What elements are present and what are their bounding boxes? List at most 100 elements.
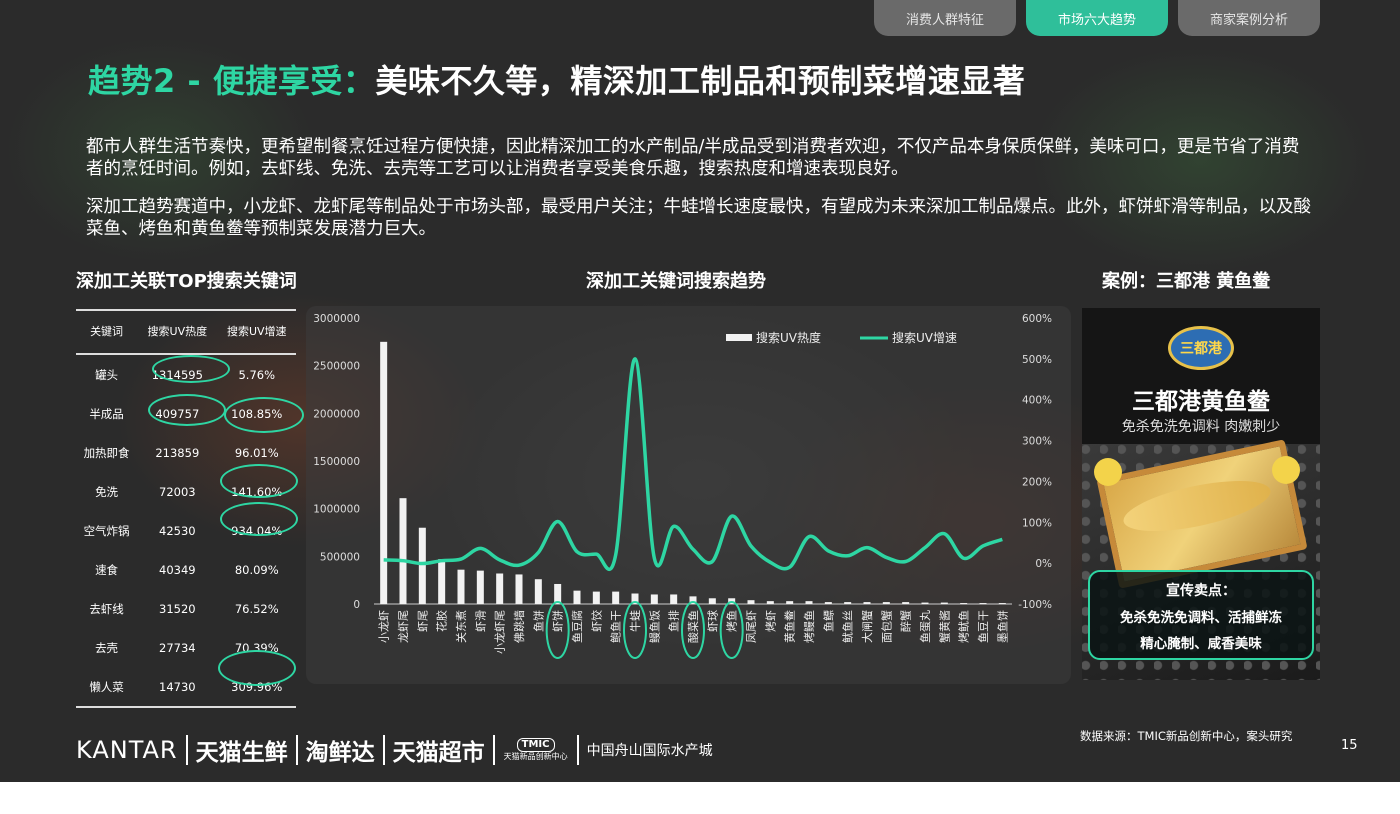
x-tick-label: 鱼排 <box>667 610 681 632</box>
y-tick-label: 2000000 <box>313 408 360 420</box>
data-source: 数据来源：TMIC新品创新中心，案头研究 <box>1080 729 1293 743</box>
x-tick-label: 龙虾尾 <box>397 610 410 643</box>
bar <box>399 498 407 604</box>
x-tick-label: 虾饼 <box>551 610 565 632</box>
cell-growth: 80.09% <box>234 562 279 577</box>
y2-tick-label: 600% <box>1022 313 1052 325</box>
tab-market-trends[interactable]: 市场六大趋势 <box>1026 0 1168 36</box>
x-tick-label: 烤鱼 <box>725 610 739 632</box>
y-tick-label: 1000000 <box>313 504 360 516</box>
x-tick-label: 烤鱿鱼 <box>957 610 971 643</box>
bar <box>496 573 504 604</box>
x-tick-label: 蟹黄酱 <box>937 610 951 643</box>
tmic-logo: TMIC 天猫新品创新中心 <box>495 738 577 762</box>
x-tick-label: 鲍鱼干 <box>609 610 623 643</box>
x-tick-label: 佛跳墙 <box>512 610 526 643</box>
y2-tick-label: 100% <box>1022 517 1052 529</box>
taoxianda-logo: 淘鲜达 <box>305 740 375 766</box>
bar <box>979 603 987 605</box>
x-tick-label: 小龙虾 <box>378 610 391 643</box>
bar <box>457 569 465 604</box>
x-tick-label: 鱼鳔 <box>821 610 835 632</box>
table-row: 速食 40349 80.09% <box>76 550 296 589</box>
cell-kw: 加热即食 <box>83 445 130 460</box>
kantar-logo: KANTAR <box>76 736 178 764</box>
bar <box>515 574 523 604</box>
x-tick-label: 烤虾 <box>763 610 777 632</box>
title-main: 美味不久等，精深加工制品和预制菜增速显著 <box>375 62 1026 100</box>
bar <box>960 603 968 605</box>
bar <box>882 602 890 604</box>
bar <box>438 559 446 604</box>
cell-uv: 42530 <box>159 523 196 538</box>
y-tick-label: 1500000 <box>313 456 360 468</box>
x-tick-label: 酸菜鱼 <box>686 610 700 643</box>
cell-growth: 5.76% <box>238 367 276 382</box>
x-tick-label: 烤鳗鱼 <box>802 610 816 643</box>
x-tick-label: 鱿鱼丝 <box>841 610 855 643</box>
cell-uv: 40349 <box>159 562 196 577</box>
cell-kw: 懒人菜 <box>76 667 138 708</box>
slide: 消费人群特征 市场六大趋势 商家案例分析 趋势2 - 便捷享受：美味不久等，精深… <box>0 0 1400 782</box>
y2-tick-label: 0% <box>1035 558 1052 570</box>
bar <box>554 583 562 604</box>
bar <box>805 601 813 604</box>
bar <box>650 594 658 604</box>
legend-label: 搜索UV热度 <box>756 330 821 345</box>
cell-kw: 去虾线 <box>89 601 124 616</box>
highlight-ring <box>224 397 304 433</box>
x-tick-label: 凤尾虾 <box>745 610 758 643</box>
product-description: 免杀免洗免调料 肉嫩刺少 <box>1121 419 1281 435</box>
bar <box>534 579 542 604</box>
legend-swatch-bar <box>726 334 752 341</box>
y-tick-label: 500000 <box>320 551 360 563</box>
cell-uv: 31520 <box>159 601 196 616</box>
tmic-subtitle: 天猫新品创新中心 <box>503 752 568 761</box>
table-row: 去虾线 31520 76.52% <box>76 589 296 628</box>
lemon-image <box>1094 458 1122 486</box>
x-tick-label: 黄鱼鲞 <box>783 610 797 643</box>
bar <box>380 341 388 604</box>
selling-point-line: 免杀免洗免调料、活捕鲜冻 <box>1120 610 1282 626</box>
x-tick-label: 鱼豆干 <box>976 610 990 643</box>
keyword-table-title: 深加工关联TOP搜索关键词 <box>76 271 297 292</box>
x-tick-label: 鱼豆腐 <box>570 610 584 643</box>
section-tabs: 消费人群特征 市场六大趋势 商家案例分析 <box>874 0 1320 36</box>
x-tick-label: 鱼饼 <box>531 610 545 632</box>
x-tick-label: 鳗鱼饭 <box>647 610 661 643</box>
y2-tick-label: 500% <box>1022 354 1052 366</box>
cell-growth: 76.52% <box>234 601 279 616</box>
tmall-fresh-logo: 天猫生鲜 <box>195 740 288 766</box>
cell-kw: 速食 <box>95 562 119 577</box>
cell-uv: 14730 <box>137 667 218 708</box>
page-number: 15 <box>1341 738 1358 753</box>
y2-tick-label: 300% <box>1022 436 1052 448</box>
cell-kw: 罐头 <box>95 367 119 382</box>
bar <box>940 602 948 604</box>
tab-case-analysis[interactable]: 商家案例分析 <box>1178 0 1320 36</box>
bar <box>573 590 581 604</box>
bar <box>747 600 755 604</box>
lemon-image <box>1272 456 1300 484</box>
x-tick-label: 醉蟹 <box>899 610 913 632</box>
keyword-table-header: 关键词 搜索UV热度 搜索UV增速 <box>76 309 296 355</box>
cell-uv: 213859 <box>155 445 200 460</box>
x-tick-label: 虾球 <box>705 610 719 632</box>
bar <box>476 570 484 604</box>
y2-tick-label: -100% <box>1018 599 1052 611</box>
y-tick-label: 3000000 <box>313 313 360 325</box>
x-tick-label: 鱼蛋丸 <box>918 610 932 643</box>
selling-points-box: 宣传卖点： 免杀免洗免调料、活捕鲜冻 精心腌制、咸香美味 <box>1088 570 1314 660</box>
bar <box>921 602 929 604</box>
cell-kw: 半成品 <box>89 406 124 421</box>
x-tick-label: 小龙虾尾 <box>494 610 507 654</box>
tab-consumer-profile[interactable]: 消费人群特征 <box>874 0 1016 36</box>
bar <box>998 603 1006 605</box>
highlight-ring <box>218 650 296 686</box>
bar <box>786 601 794 604</box>
cell-uv: 72003 <box>159 484 196 499</box>
bar <box>418 527 426 604</box>
case-title: 案例：三都港 黄鱼鲞 <box>1102 271 1271 292</box>
bar <box>766 601 774 604</box>
x-tick-label: 墨鱼饼 <box>995 610 1009 643</box>
